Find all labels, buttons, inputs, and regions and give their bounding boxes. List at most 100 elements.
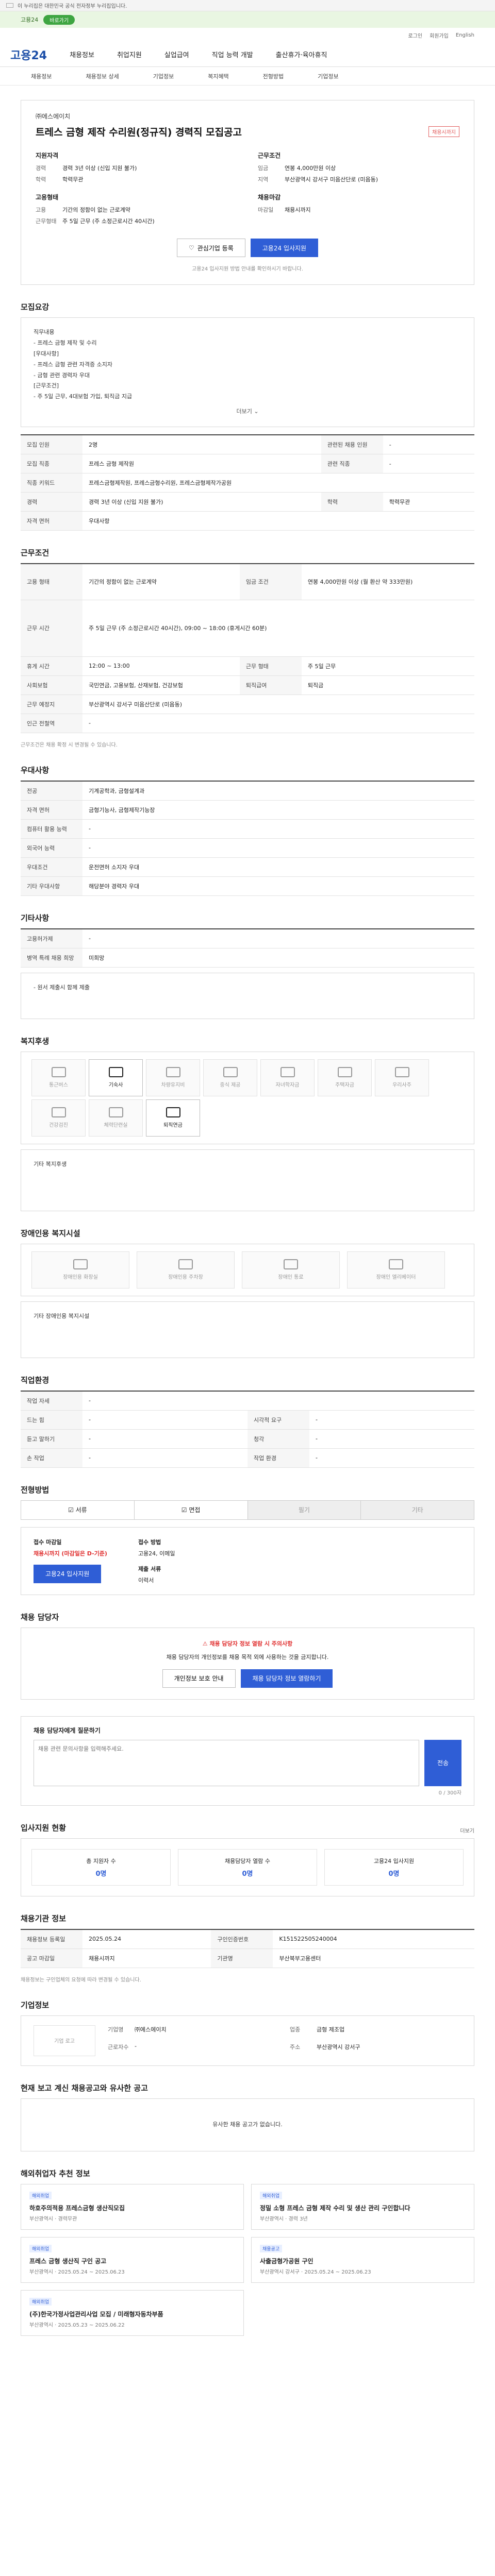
recommend-card[interactable]: 해외취업 정밀 소형 프레스 금형 제작 수리 및 생산 관리 구인합니다 부산광역… — [251, 2183, 474, 2230]
table-row: 휴게 시간 12:00 ~ 13:00 근무 형태 주 5일 근무 — [21, 656, 474, 676]
lnb-item-4[interactable]: 전형방법 — [263, 72, 284, 80]
warning-icon: ⚠ — [202, 1640, 210, 1647]
kv-value: 채용시까지 — [285, 207, 311, 213]
preference-table: 전공 기계공학과, 금형설계과 자격 면허 금형기능사, 금형제작기능장 컴퓨터 활… — [21, 780, 474, 896]
welfare-icon — [166, 1107, 180, 1118]
recruit-line: - 프레스 금형 제작 및 수리 — [34, 339, 97, 346]
company-name[interactable]: ㈜에스에이치 — [36, 112, 459, 121]
kv-value: ㈜에스에이치 — [135, 2026, 167, 2033]
table-row: 근무 예정지 부산광역시 강서구 미음산단로 (미음동) — [21, 694, 474, 714]
stats-title: 입사지원 현황 — [21, 1823, 67, 1833]
recruit-line: [우대사항] — [34, 350, 59, 357]
rec-name: 정밀 소형 프레스 금형 제작 수리 및 생산 관리 구인합니다 — [260, 2204, 410, 2212]
kv-value: 주 5일 근무 (주 소정근로시간 40시간) — [62, 218, 155, 225]
deadline-heading: 접수 마감일 — [34, 1538, 62, 1546]
th: 기관명 — [211, 1948, 273, 1968]
chevron-down-icon: ⌄ — [254, 408, 259, 415]
th: 근무 시간 — [21, 600, 82, 657]
qa-counter: 0 / 300자 — [438, 1790, 461, 1796]
toilet-icon — [73, 1259, 88, 1270]
privacy-guide-button[interactable]: 개인정보 보호 안내 — [162, 1669, 236, 1688]
welfare-icon — [108, 1107, 123, 1118]
lnb-item-2[interactable]: 기업정보 — [153, 72, 174, 80]
stat-value: 0명 — [242, 1870, 253, 1878]
welfare-item-label: 자녀학자금 — [275, 1082, 300, 1089]
rec-name: (주)한국가정사업관리사업 모집 / 미래형자동차부품 — [29, 2310, 163, 2318]
other-section: 기타사항 고용허가제 - 병역 특례 채용 희망 미희망 - 원서 제출시 함께 제… — [21, 912, 474, 1019]
disability-item-label: 장애인용 주차장 — [168, 1275, 203, 1281]
table-row: 채용정보 등록일 2025.05.24 구인인증번호 K151522505240004 — [21, 1929, 474, 1949]
site-logo[interactable]: 고용24 — [10, 46, 47, 63]
lnb-item-0[interactable]: 채용정보 — [31, 72, 52, 80]
gnb-item-training[interactable]: 직업 능력 개발 — [212, 49, 253, 59]
gnb-item-jobs[interactable]: 채용정보 — [70, 49, 94, 59]
qa-submit-button[interactable]: 전송 — [424, 1739, 461, 1786]
td: - — [82, 1429, 248, 1449]
lnb-item-1[interactable]: 채용정보 상세 — [86, 72, 119, 80]
check-icon: ☑ — [68, 1506, 76, 1514]
gnb-item-employment-support[interactable]: 취업지원 — [117, 49, 142, 59]
util-join-link[interactable]: 회원가입 — [430, 31, 449, 39]
banner-pill-button[interactable]: 바로가기 — [43, 14, 75, 25]
stat-card: 총 지원자 수 0명 — [31, 1849, 171, 1886]
gnb-item-leave[interactable]: 출산휴가·육아휴직 — [276, 49, 327, 59]
summary-left: 지원자격 경력 경력 3년 이상 (신입 지원 불가) 학력 학력무관 고용형태 고… — [36, 151, 237, 228]
th: 작업 환경 — [248, 1448, 309, 1468]
method-heading: 접수 방법 — [138, 1538, 161, 1546]
recommend-card[interactable]: 해외취업 하호주의적용 프레스금형 생산직모집 부산광역시 · 경력무관 — [21, 2183, 244, 2230]
rec-meta: 부산광역시 · 경력 3년 — [260, 2216, 308, 2222]
recruit-body: 직무내용 - 프레스 금형 제작 및 수리 [우대사항] - 프레스 금형 관련… — [21, 317, 474, 428]
th: 학력 — [321, 492, 383, 512]
qa-textarea[interactable] — [34, 1739, 419, 1786]
welfare-item: 퇴직연금 — [146, 1099, 200, 1137]
td: 운전면허 소지자 우대 — [82, 857, 474, 877]
scrap-button-label: 관심기업 등록 — [197, 244, 234, 252]
th: 자격 면허 — [21, 800, 82, 820]
th: 구인인증번호 — [211, 1929, 273, 1949]
th: 채용정보 등록일 — [21, 1929, 82, 1949]
deadline-value: 채용시까지 (마감일은 D-기준) — [34, 1550, 107, 1557]
apply-button[interactable]: 고용24 입사지원 — [250, 239, 319, 257]
recruit-line: - 금형 관련 경력자 우대 — [34, 371, 90, 379]
meta-note: 채용정보는 구인업체의 요청에 따라 변경될 수 있습니다. — [21, 1977, 141, 1983]
th: 공고 마감일 — [21, 1948, 82, 1968]
alert-highlight: ⚠ 채용 담당자 정보 열람 시 주의사항 — [32, 1639, 463, 1648]
recommend-title: 해외취업자 추천 정보 — [21, 2168, 90, 2178]
disability-item: 장애인용 화장실 — [31, 1251, 129, 1289]
lnb-item-5[interactable]: 기업정보 — [318, 72, 338, 80]
stats-more-link[interactable]: 더보기 — [460, 1826, 474, 1834]
td: 기계공학과, 금형설계과 — [82, 781, 474, 801]
stat-label: 채용담당자 열람 수 — [225, 1857, 270, 1865]
recruit-more-button[interactable]: 더보기 ⌄ — [34, 406, 461, 417]
th: 임금 조건 — [239, 564, 302, 600]
recommend-card[interactable]: 해외취업 프레스 금형 생산직 구인 공고 부산광역시 · 2025.05.24 ~… — [21, 2236, 244, 2283]
rec-name: 사출금형가공원 구인 — [260, 2257, 314, 2265]
job-summary-card: ㈜에스에이치 트레스 금형 제작 수리원(정규직) 경력직 모집공고 채용시까지… — [21, 100, 474, 285]
th: 관련된 채용 인원 — [321, 435, 383, 455]
stat-card: 고용24 입사지원 0명 — [324, 1849, 464, 1886]
table-row: 컴퓨터 활용 능력 - — [21, 819, 474, 839]
recommend-card[interactable]: 해외취업 (주)한국가정사업관리사업 모집 / 미래형자동차부품 부산광역시 · 2… — [21, 2290, 244, 2336]
view-manager-button[interactable]: 채용 담당자 정보 열람하기 — [240, 1669, 333, 1688]
gov-notice-bar: 이 누리집은 대한민국 공식 전자정부 누리집입니다. — [0, 0, 495, 11]
qa-box: 채용 담당자에게 질문하기 전송 0 / 300자 — [21, 1716, 474, 1806]
th: 직종 키워드 — [21, 473, 82, 493]
table-row: 근무 시간 주 5일 근무 (주 소정근로시간 40시간), 09:00 ~ 18… — [21, 600, 474, 657]
rec-badge: 해외취업 — [29, 2191, 52, 2199]
welfare-item: 우리사주 — [375, 1059, 429, 1096]
td: - — [82, 1410, 248, 1430]
td: 12:00 ~ 13:00 — [82, 656, 240, 676]
recommend-card[interactable]: 채용공고 사출금형가공원 구인 부산광역시 강서구 · 2025.05.24 ~ 2… — [251, 2236, 474, 2283]
util-english-link[interactable]: English — [456, 32, 474, 38]
table-row: 자격 면허 금형기능사, 금형제작기능장 — [21, 800, 474, 820]
td: - — [82, 1448, 248, 1468]
process-apply-button[interactable]: 고용24 입사지원 — [34, 1564, 102, 1583]
table-row: 외국어 능력 - — [21, 838, 474, 858]
table-row: 직종 키워드 프레스금형제작원, 프레스금형수리원, 프레스금형제작가공원 — [21, 473, 474, 493]
scrap-button[interactable]: ♡ 관심기업 등록 — [176, 239, 245, 257]
util-login-link[interactable]: 로그인 — [408, 31, 422, 39]
recommend-grid: 해외취업 하호주의적용 프레스금형 생산직모집 부산광역시 · 경력무관 해외취업 정… — [21, 2183, 474, 2336]
deadline-badge: 채용시까지 — [428, 126, 459, 137]
gnb-item-unemployment[interactable]: 실업급여 — [164, 49, 189, 59]
lnb-item-3[interactable]: 복지혜택 — [208, 72, 228, 80]
